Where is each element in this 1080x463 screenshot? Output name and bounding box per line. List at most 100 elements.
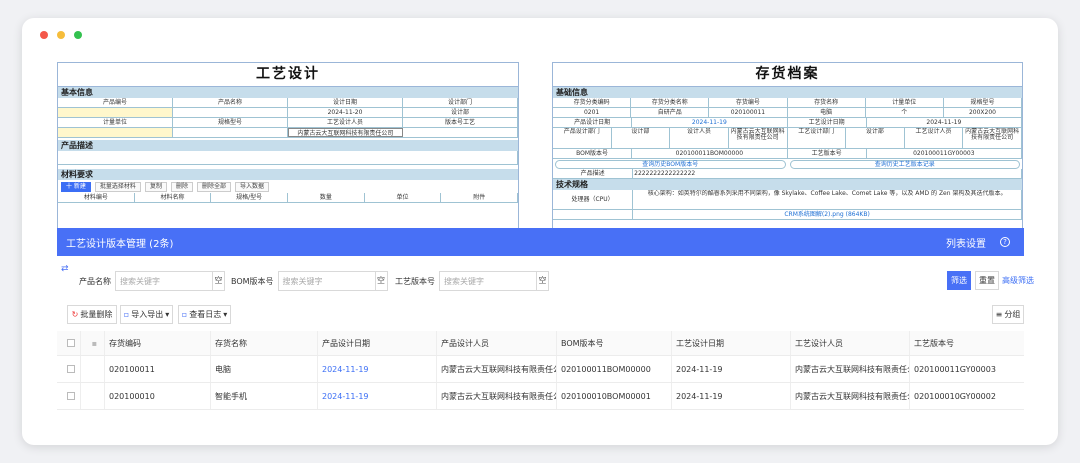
- col-material-spec: 规格/型号: [211, 193, 289, 202]
- chevron-down-icon: ▾: [223, 310, 228, 319]
- table-row[interactable]: 020100010 智能手机 2024-11-19 内蒙古云大互联网科技有限责任…: [57, 383, 1024, 410]
- product-code-field[interactable]: [58, 108, 173, 117]
- col-unit: 计量单位: [866, 98, 944, 107]
- delete-all-button[interactable]: 删除全部: [196, 181, 231, 192]
- desc-field[interactable]: [58, 151, 518, 165]
- filter-label: BOM版本号: [231, 276, 274, 286]
- cell-product-design-date[interactable]: 2024-11-19: [318, 356, 437, 382]
- product-name-input[interactable]: 搜索关键字 空: [115, 271, 225, 291]
- process-dept-label: 工艺设计部门: [788, 128, 847, 148]
- bom-version-value: 020100011BOM00000: [632, 149, 788, 158]
- refresh-icon: ↻: [71, 310, 79, 319]
- inventory-value-row: 0201 自研产品 020100011 电脑 个 200X200: [553, 108, 1022, 118]
- unit-value: 个: [866, 108, 944, 117]
- cell-product-design-date[interactable]: 2024-11-19: [318, 383, 437, 409]
- basic-value-row-2: 内蒙古云大互联网科技有限责任公司: [58, 128, 518, 138]
- designer-label: 设计人员: [670, 128, 729, 148]
- col-unit: 单位: [365, 193, 442, 202]
- new-material-button[interactable]: 十 新建: [61, 181, 91, 192]
- design-form-title: 工艺设计: [58, 63, 518, 87]
- col-product-design-date[interactable]: 产品设计日期: [318, 331, 437, 355]
- cell-process-version: 020100011GY00003: [914, 364, 996, 374]
- clear-button[interactable]: 空: [212, 272, 224, 290]
- product-name-field[interactable]: [173, 108, 288, 117]
- col-process-version[interactable]: 工艺版本号: [910, 331, 1024, 355]
- attachment-row: CRM系统图解(2).png (864KB): [553, 210, 1022, 220]
- maximize-dot-icon[interactable]: [74, 31, 82, 39]
- label: 查看日志: [189, 310, 222, 319]
- process-version-input[interactable]: 搜索关键字 空: [439, 271, 549, 291]
- label: 分组: [1004, 310, 1021, 319]
- reset-button[interactable]: 重置: [975, 271, 999, 290]
- unit-field[interactable]: [58, 128, 173, 137]
- cell-process-designer: 内蒙古云大互联网科技有限责任公司: [791, 356, 910, 382]
- filter-product-name: 产品名称 搜索关键字 空: [79, 271, 225, 291]
- bom-version-input[interactable]: 搜索关键字 空: [277, 271, 388, 291]
- col-attachment: 附件: [441, 193, 518, 202]
- process-history-link[interactable]: 查询历史工艺版本记录: [789, 160, 1020, 169]
- product-design-date-value: 2024-11-19: [632, 118, 788, 127]
- col-bom-version[interactable]: BOM版本号: [557, 331, 672, 355]
- col-category-name: 存货分类名称: [631, 98, 710, 107]
- help-icon[interactable]: ?: [1000, 237, 1010, 247]
- select-all-checkbox[interactable]: [66, 339, 75, 347]
- import-export-button[interactable]: ▫ 导入导出 ▾: [120, 305, 173, 324]
- process-version-label: 工艺版本号: [788, 149, 867, 158]
- attachment-link[interactable]: CRM系统图解(2).png (864KB): [633, 210, 1022, 219]
- group-button[interactable]: ≡ 分组: [992, 305, 1024, 324]
- filter-label: 工艺版本号: [395, 276, 435, 286]
- copy-button[interactable]: 复制: [144, 181, 167, 192]
- minimize-dot-icon[interactable]: [57, 31, 65, 39]
- product-dept-value: 设计部: [612, 128, 671, 148]
- cpu-value: 核心架构：如英特尔的酷睿系列采用不同架构，像 Skylake、Coffee La…: [633, 190, 1022, 209]
- row-select-cell: [57, 383, 81, 409]
- view-log-button[interactable]: ▫ 查看日志 ▾: [178, 305, 231, 324]
- row-checkbox[interactable]: [66, 392, 75, 400]
- list-settings-button[interactable]: 列表设置: [946, 235, 986, 250]
- batch-select-button[interactable]: 批量选择材料: [94, 181, 141, 192]
- version-list-panel: 工艺设计版本管理 (2条) 列表设置 ? ⇄ 产品名称 搜索关键字 空 BOM版本…: [57, 228, 1034, 410]
- lock-icon: ▪: [81, 331, 105, 355]
- design-form-window: 工艺设计 基本信息 产品编号 产品名称 设计日期 设计部门 2024-11-20…: [57, 62, 519, 232]
- version-field[interactable]: [403, 128, 518, 137]
- col-unit: 计量单位: [58, 118, 173, 127]
- spec-value: 200X200: [944, 108, 1022, 117]
- col-process-design-date[interactable]: 工艺设计日期: [672, 331, 791, 355]
- desc-label: 产品描述: [553, 169, 634, 178]
- clear-button[interactable]: 空: [374, 272, 387, 290]
- cell-process-design-date: 2024-11-19: [672, 356, 791, 382]
- bom-history-link[interactable]: 查询历史BOM版本号: [555, 160, 786, 169]
- row-select-cell: [57, 356, 81, 382]
- product-dept-label: 产品设计部门: [553, 128, 612, 148]
- row-checkbox[interactable]: [66, 365, 75, 373]
- batch-delete-button[interactable]: ↻ 批量删除: [67, 305, 117, 324]
- design-dept-field[interactable]: 设计部: [403, 108, 518, 117]
- filter-button[interactable]: 筛选: [947, 271, 971, 290]
- cell-inventory-code: 020100010: [105, 383, 211, 409]
- spec-field[interactable]: [173, 128, 288, 137]
- delete-button[interactable]: 删除: [170, 181, 193, 192]
- col-inventory-code[interactable]: 存货编码: [105, 331, 211, 355]
- col-process-designer[interactable]: 工艺设计人员: [791, 331, 910, 355]
- list-title: 工艺设计版本管理 (2条): [66, 238, 174, 250]
- close-dot-icon[interactable]: [40, 31, 48, 39]
- col-inventory-name[interactable]: 存货名称: [211, 331, 318, 355]
- date-row: 产品设计日期 2024-11-19 工艺设计日期 2024-11-19: [553, 118, 1022, 128]
- basic-value-row: 2024-11-20 设计部: [58, 108, 518, 118]
- col-product-designer[interactable]: 产品设计人员: [437, 331, 557, 355]
- design-date-field[interactable]: 2024-11-20: [288, 108, 403, 117]
- pin-icon[interactable]: ⇄: [61, 264, 69, 274]
- col-spec: 规格型号: [173, 118, 288, 127]
- table-row[interactable]: 020100011 电脑 2024-11-19 内蒙古云大互联网科技有限责任公司…: [57, 356, 1024, 383]
- process-design-date-value: 2024-11-19: [867, 118, 1022, 127]
- clear-button[interactable]: 空: [536, 272, 548, 290]
- col-design-date: 设计日期: [288, 98, 403, 107]
- category-name-value: 自研产品: [631, 108, 710, 117]
- basic-header-row: 产品编号 产品名称 设计日期 设计部门: [58, 98, 518, 108]
- col-category-code: 存货分类编码: [553, 98, 632, 107]
- designer-field[interactable]: 内蒙古云大互联网科技有限责任公司: [287, 128, 404, 137]
- advanced-filter-link[interactable]: 高级筛选: [1002, 275, 1034, 286]
- import-button[interactable]: 导入数据: [234, 181, 269, 192]
- material-header-row: 材料编号 材料名称 规格/型号 数量 单位 附件: [58, 193, 518, 203]
- section-desc: 产品描述: [58, 140, 518, 151]
